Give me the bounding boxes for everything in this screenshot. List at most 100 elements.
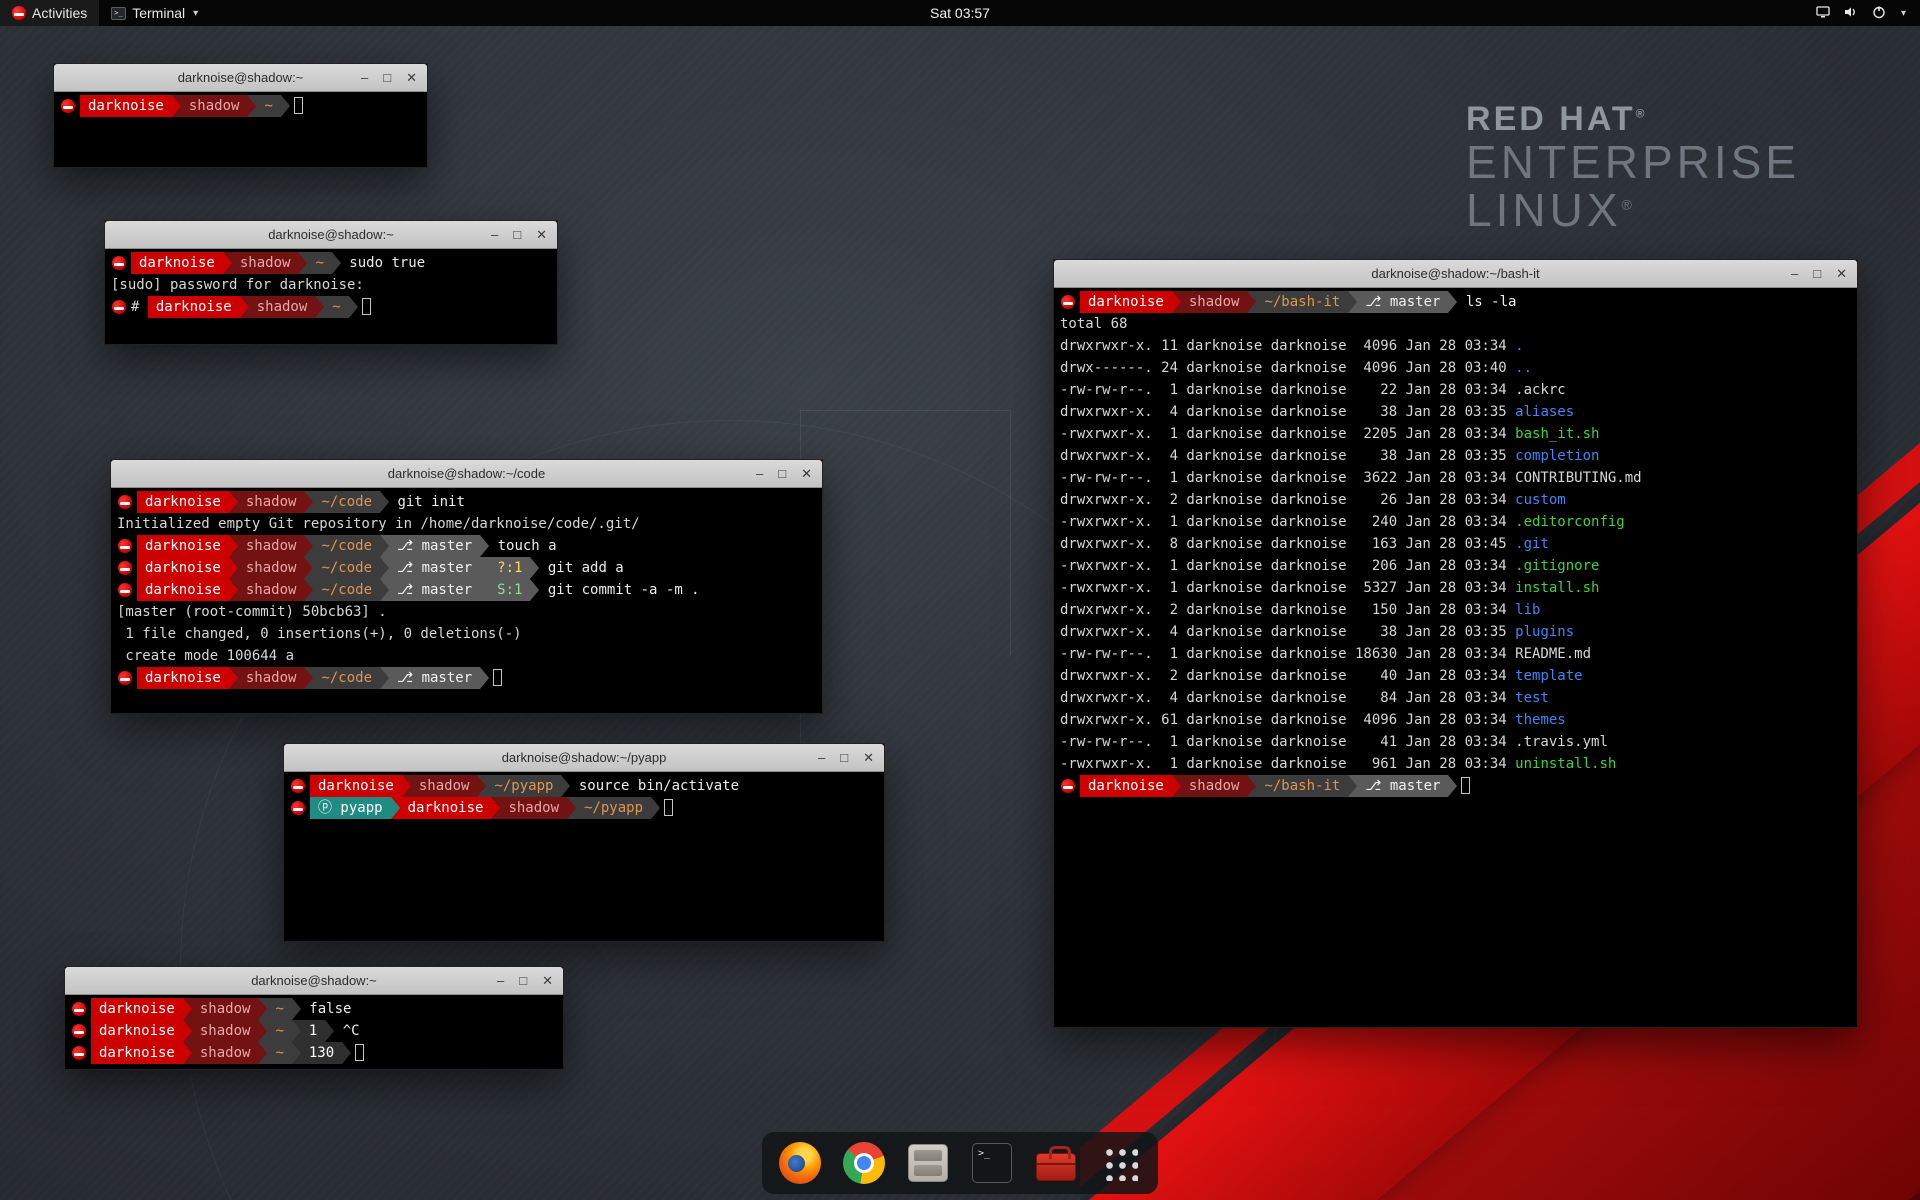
prompt-segment-path: ~/code (313, 557, 380, 579)
terminal-window-code: darknoise@shadow:~/code ‒ □ ✕ darknoises… (110, 459, 823, 714)
terminal-body[interactable]: darknoiseshadow~/bash-it⎇ master ls -la t… (1054, 288, 1857, 1027)
powerline-arrow-icon (402, 775, 411, 797)
powerline-arrow-icon (380, 491, 389, 513)
window-title: darknoise@shadow:~ (178, 70, 304, 85)
minimize-button[interactable]: ‒ (491, 228, 498, 241)
prompt-segment-host: shadow (238, 557, 305, 579)
titlebar[interactable]: darknoise@shadow:~/pyapp ‒ □ ✕ (284, 744, 884, 772)
clock[interactable]: Sat 03:57 (920, 0, 1000, 26)
prompt-segment-host: shadow (411, 775, 478, 797)
redhat-icon (118, 539, 132, 553)
terminal-body[interactable]: darknoiseshadow~ sudo true[sudo] passwor… (105, 249, 557, 344)
terminal-line: drwxrwxr-x. 4 darknoise darknoise 38 Jan… (1060, 445, 1851, 467)
close-button[interactable]: ✕ (542, 974, 553, 987)
close-button[interactable]: ✕ (536, 228, 547, 241)
prompt-segment-user: darknoise (91, 1042, 183, 1064)
terminal-line: drwxrwxr-x. 2 darknoise darknoise 26 Jan… (1060, 489, 1851, 511)
terminal-body[interactable]: darknoiseshadow~/code git initInitialize… (111, 488, 822, 713)
output-text: -rwxrwxr-x. 1 darknoise darknoise 240 Ja… (1060, 514, 1515, 530)
redhat-logo-icon (12, 6, 26, 20)
terminal-window-bash-it: darknoise@shadow:~/bash-it ‒ □ ✕ darknoi… (1053, 259, 1858, 1028)
output-text: -rwxrwxr-x. 1 darknoise darknoise 206 Ja… (1060, 558, 1515, 574)
minimize-button[interactable]: ‒ (497, 974, 504, 987)
prompt-segment-path: ~ (307, 252, 331, 274)
maximize-button[interactable]: □ (778, 467, 786, 480)
terminal-body[interactable]: darknoiseshadow~ (54, 92, 427, 167)
close-button[interactable]: ✕ (406, 71, 417, 84)
terminal-line: darknoiseshadow~/code⎇ master touch a (117, 535, 816, 557)
chrome-icon[interactable] (842, 1141, 886, 1185)
powerline-arrow-icon (391, 797, 400, 819)
terminal-line: darknoiseshadow~ false (71, 998, 557, 1020)
file-manager-icon[interactable] (906, 1141, 950, 1185)
output-text: 1 file changed, 0 insertions(+), 0 delet… (117, 626, 522, 642)
activities-button[interactable]: Activities (0, 0, 99, 26)
output-text: -rwxrwxr-x. 1 darknoise darknoise 5327 J… (1060, 580, 1515, 596)
terminal-line: darknoiseshadow~/bash-it⎇ master ls -la (1060, 291, 1851, 313)
output-text: drwxrwxr-x. 8 darknoise darknoise 163 Ja… (1060, 536, 1515, 552)
prompt-segment-host: shadow (1181, 775, 1248, 797)
maximize-button[interactable]: □ (383, 71, 391, 84)
terminal-body[interactable]: darknoiseshadow~ falsedarknoiseshadow~1 … (65, 995, 563, 1069)
maximize-button[interactable]: □ (1813, 267, 1821, 280)
output-text: Initialized empty Git repository in /hom… (117, 516, 640, 532)
terminal-window-pyapp: darknoise@shadow:~/pyapp ‒ □ ✕ darknoise… (283, 743, 885, 942)
prompt-segment-gitq: ?:1 (489, 557, 530, 579)
app-menu-terminal[interactable]: >_ Terminal ▾ (99, 0, 210, 26)
chevron-down-icon: ▾ (1901, 8, 1906, 19)
system-status-area[interactable]: ▾ (1807, 0, 1914, 26)
powerline-arrow-icon (172, 95, 181, 117)
prompt-segment-path: ~ (267, 1042, 291, 1064)
terminal-line: -rw-rw-r--. 1 darknoise darknoise 22 Jan… (1060, 379, 1851, 401)
powerline-arrow-icon (480, 557, 489, 579)
firefox-icon[interactable] (778, 1141, 822, 1185)
directory-name: .git (1515, 536, 1549, 552)
window-title: darknoise@shadow:~/pyapp (502, 750, 667, 765)
powerline-arrow-icon (258, 998, 267, 1020)
powerline-arrow-icon (223, 252, 232, 274)
executable-name: .gitignore (1515, 558, 1599, 574)
terminal-body[interactable]: darknoiseshadow~/pyapp source bin/activa… (284, 772, 884, 941)
titlebar[interactable]: darknoise@shadow:~ ‒ □ ✕ (65, 967, 563, 995)
minimize-button[interactable]: ‒ (756, 467, 763, 480)
terminal-line: -rw-rw-r--. 1 darknoise darknoise 41 Jan… (1060, 731, 1851, 753)
terminal-app-icon[interactable]: >_ (970, 1141, 1014, 1185)
prompt-segment-path: ~ (256, 95, 280, 117)
redhat-icon (72, 1024, 86, 1038)
minimize-button[interactable]: ‒ (1791, 267, 1798, 280)
close-button[interactable]: ✕ (1836, 267, 1847, 280)
powerline-arrow-icon (281, 95, 290, 117)
terminal-line: -rwxrwxr-x. 1 darknoise darknoise 206 Ja… (1060, 555, 1851, 577)
toolbox-icon[interactable] (1034, 1141, 1078, 1185)
terminal-line: -rwxrwxr-x. 1 darknoise darknoise 2205 J… (1060, 423, 1851, 445)
minimize-button[interactable]: ‒ (818, 751, 825, 764)
titlebar[interactable]: darknoise@shadow:~ ‒ □ ✕ (105, 221, 557, 249)
app-grid-icon[interactable] (1098, 1141, 1142, 1185)
brand-red-hat: RED HAT® (1466, 100, 1800, 139)
prompt-segment-path: ~ (267, 1020, 291, 1042)
maximize-button[interactable]: □ (840, 751, 848, 764)
volume-icon (1843, 4, 1859, 23)
titlebar[interactable]: darknoise@shadow:~/code ‒ □ ✕ (111, 460, 822, 488)
maximize-button[interactable]: □ (513, 228, 521, 241)
output-text: -rw-rw-r--. 1 darknoise darknoise 3622 J… (1060, 470, 1642, 486)
prompt-segment-host: shadow (238, 491, 305, 513)
output-text: [master (root-commit) 50bcb63] . (117, 604, 387, 620)
output-text: drwxrwxr-x. 61 darknoise darknoise 4096 … (1060, 712, 1515, 728)
titlebar[interactable]: darknoise@shadow:~ ‒ □ ✕ (54, 64, 427, 92)
titlebar[interactable]: darknoise@shadow:~/bash-it ‒ □ ✕ (1054, 260, 1857, 288)
maximize-button[interactable]: □ (519, 974, 527, 987)
directory-name: template (1515, 668, 1582, 684)
command-text: git add a (539, 560, 623, 576)
cursor (664, 799, 673, 816)
terminal-line: drwxrwxr-x. 4 darknoise darknoise 38 Jan… (1060, 401, 1851, 423)
output-text: drwxrwxr-x. 11 darknoise darknoise 4096 … (1060, 338, 1515, 354)
terminal-line: darknoiseshadow~130 (71, 1042, 557, 1064)
terminal-line: drwxrwxr-x. 2 darknoise darknoise 40 Jan… (1060, 665, 1851, 687)
minimize-button[interactable]: ‒ (361, 71, 368, 84)
output-text: drwxrwxr-x. 4 darknoise darknoise 38 Jan… (1060, 624, 1515, 640)
prompt-segment-user: darknoise (137, 535, 229, 557)
close-button[interactable]: ✕ (863, 751, 874, 764)
prompt-segment-user: darknoise (80, 95, 172, 117)
close-button[interactable]: ✕ (801, 467, 812, 480)
